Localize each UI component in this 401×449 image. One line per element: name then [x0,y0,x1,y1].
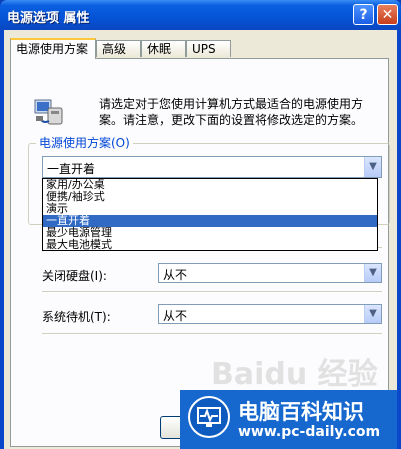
tab-panel: 请选定对于您使用计算机方式最适合的电源使用方案。请注意，更改下面的设置将修改选定… [10,58,390,447]
watermark-url: www.pc-daily.com [238,424,381,440]
list-item[interactable]: 便携/袖珍式 [43,191,377,203]
tab-power-schemes[interactable]: 电源使用方案 [10,38,96,59]
tab-advanced[interactable]: 高级 [96,40,141,57]
standby-timeout-value: 从不 [163,309,188,323]
standby-timeout-select[interactable]: 从不 ▼ [158,304,382,324]
properties-window: 电源选项 属性 ? ✕ 电源使用方案 高级 休眠 UPS 请选定对于您使用计算机… [0,0,401,449]
window-title: 电源选项 属性 [7,11,90,26]
scheme-description: 请选定对于您使用计算机方式最适合的电源使用方案。请注意，更改下面的设置将修改选定… [99,97,364,127]
watermark-title: 电脑百科知识 [238,400,364,424]
chevron-down-icon[interactable]: ▼ [364,264,381,282]
chevron-down-icon[interactable]: ▼ [364,305,381,323]
divider [42,291,382,293]
power-scheme-dropdown-list[interactable]: 家用/办公桌 便携/袖珍式 演示 一直开着 最少电源管理 最大电池模式 [42,178,378,251]
power-options-icon [34,99,63,125]
power-scheme-combobox[interactable]: 一直开着 ▼ [42,156,382,178]
help-button[interactable]: ? [353,4,374,25]
site-watermark-logo: 电脑百科知识 www.pc-daily.com [180,390,397,449]
list-item[interactable]: 最大电池模式 [43,239,377,251]
tab-hibernate[interactable]: 休眠 [141,40,186,57]
disk-timeout-select[interactable]: 从不 ▼ [158,263,382,283]
monitor-pulse-icon [188,396,230,438]
power-scheme-value: 一直开着 [47,162,96,176]
disk-label: 关闭硬盘(I): [42,269,107,283]
dialog-body: 电源使用方案 高级 休眠 UPS 请选定对于您使用计算机方式最适合的电源使用方案… [4,30,397,449]
disk-timeout-value: 从不 [163,268,188,282]
title-bar[interactable]: 电源选项 属性 ? ✕ [0,0,401,30]
tab-ups[interactable]: UPS [186,40,231,57]
scheme-group-title: 电源使用方案(O) [36,136,133,150]
chevron-down-icon[interactable]: ▼ [364,157,381,177]
divider [42,333,382,335]
close-button[interactable]: ✕ [377,4,398,25]
baidu-watermark: Baidu 经验 [211,357,378,392]
standby-label: 系统待机(T): [42,310,111,324]
list-item[interactable]: 演示 [43,203,377,215]
